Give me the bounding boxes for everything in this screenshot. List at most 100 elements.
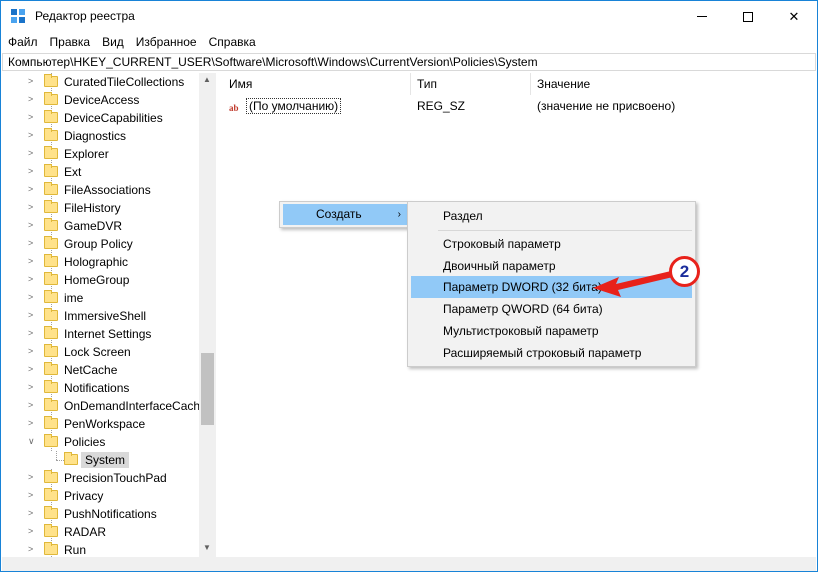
tree-item[interactable]: > Privacy (2, 487, 200, 505)
chevron-right-icon[interactable]: > (28, 310, 33, 320)
menu-help[interactable]: Справка (203, 32, 262, 52)
chevron-right-icon[interactable]: > (28, 508, 33, 518)
chevron-right-icon[interactable]: > (28, 184, 33, 194)
scrollbar-thumb[interactable] (201, 353, 214, 425)
chevron-right-icon[interactable]: > (28, 274, 33, 284)
folder-icon (44, 128, 58, 141)
folder-icon (44, 434, 58, 447)
chevron-down-icon[interactable]: ∨ (28, 436, 35, 447)
tree-item[interactable]: > CuratedTileCollections (2, 73, 200, 91)
chevron-right-icon[interactable]: > (28, 238, 33, 248)
registry-editor-icon (11, 9, 25, 23)
chevron-right-icon[interactable]: > (28, 94, 33, 104)
tree-item-label: PenWorkspace (64, 417, 146, 431)
folder-icon (44, 506, 58, 519)
chevron-right-icon[interactable]: > (28, 256, 33, 266)
menu-bar: Файл Правка Вид Избранное Справка (1, 32, 817, 52)
chevron-right-icon[interactable]: > (28, 418, 33, 428)
chevron-right-icon[interactable]: > (28, 526, 33, 536)
minimize-button[interactable] (679, 1, 725, 32)
tree-item[interactable]: System (2, 451, 200, 469)
chevron-right-icon[interactable]: > (28, 76, 33, 86)
scroll-down-icon[interactable]: ▼ (203, 543, 211, 552)
menu-edit[interactable]: Правка (44, 32, 97, 52)
minimize-icon (697, 16, 707, 17)
chevron-right-icon[interactable]: > (28, 202, 33, 212)
chevron-right-icon[interactable]: > (28, 472, 33, 482)
maximize-icon (743, 11, 753, 22)
chevron-right-icon[interactable]: > (28, 400, 33, 410)
menu-view[interactable]: Вид (96, 32, 130, 52)
tree-item[interactable]: > DeviceAccess (2, 91, 200, 109)
tree-item[interactable]: > FileHistory (2, 199, 200, 217)
submenu-item-string[interactable]: Строковый параметр (411, 233, 692, 255)
folder-icon (44, 164, 58, 177)
chevron-right-icon[interactable]: > (28, 166, 33, 176)
tree-item[interactable]: > ImmersiveShell (2, 307, 200, 325)
tree-item[interactable]: > Internet Settings (2, 325, 200, 343)
chevron-right-icon[interactable]: > (28, 148, 33, 158)
chevron-right-icon[interactable]: > (28, 220, 33, 230)
tree-item[interactable]: > Run (2, 541, 200, 557)
menu-item-create-label: Создать (316, 207, 362, 221)
submenu-item-expandable-string[interactable]: Расширяемый строковый параметр (411, 342, 692, 364)
tree-item-label: ImmersiveShell (64, 309, 147, 323)
tree-item-label: Privacy (64, 489, 104, 503)
chevron-right-icon[interactable]: > (28, 490, 33, 500)
tree-item[interactable]: > NetCache (2, 361, 200, 379)
address-bar[interactable]: Компьютер\HKEY_CURRENT_USER\Software\Mic… (2, 53, 816, 71)
chevron-right-icon[interactable]: > (28, 130, 33, 140)
chevron-right-icon[interactable]: > (28, 292, 33, 302)
column-value[interactable]: Значение (531, 73, 817, 95)
scroll-up-icon[interactable]: ▲ (203, 75, 211, 84)
chevron-right-icon[interactable]: > (28, 382, 33, 392)
folder-icon (44, 416, 58, 429)
tree-item[interactable]: > HomeGroup (2, 271, 200, 289)
pane-splitter[interactable] (216, 73, 223, 557)
column-type[interactable]: Тип (411, 73, 531, 95)
menu-file[interactable]: Файл (1, 32, 44, 52)
tree-item-label: System (81, 452, 130, 468)
tree-item-label: ime (64, 291, 84, 305)
tree-item[interactable]: > PenWorkspace (2, 415, 200, 433)
tree-item[interactable]: > RADAR (2, 523, 200, 541)
ab-string-icon: ab (229, 103, 239, 113)
tree-item-label: FileHistory (64, 201, 121, 215)
tree-item[interactable]: > GameDVR (2, 217, 200, 235)
tree-scrollbar[interactable]: ▲ ▼ (199, 73, 216, 557)
tree-item[interactable]: > OnDemandInterfaceCach (2, 397, 200, 415)
tree-item[interactable]: > Group Policy (2, 235, 200, 253)
menu-item-create[interactable]: Создать › (283, 204, 407, 225)
tree-item[interactable]: > PrecisionTouchPad (2, 469, 200, 487)
tree-item[interactable]: ∨ Policies (2, 433, 200, 451)
chevron-right-icon[interactable]: > (28, 544, 33, 554)
list-row[interactable]: ab (По умолчанию) REG_SZ (значение не пр… (223, 97, 817, 115)
tree-item[interactable]: > Lock Screen (2, 343, 200, 361)
folder-icon (44, 254, 58, 267)
tree-item[interactable]: > FileAssociations (2, 181, 200, 199)
close-button[interactable]: ✕ (771, 1, 817, 32)
folder-icon (44, 470, 58, 483)
tree-item[interactable]: > Holographic (2, 253, 200, 271)
tree-item[interactable]: > Notifications (2, 379, 200, 397)
tree-item[interactable]: > ime (2, 289, 200, 307)
chevron-right-icon[interactable]: > (28, 112, 33, 122)
submenu-item-key[interactable]: Раздел (411, 205, 692, 227)
tree-item[interactable]: > Ext (2, 163, 200, 181)
tree-item[interactable]: > Explorer (2, 145, 200, 163)
menu-favorites[interactable]: Избранное (130, 32, 203, 52)
chevron-right-icon[interactable]: > (28, 346, 33, 356)
submenu-item-multistring[interactable]: Мультистроковый параметр (411, 320, 692, 342)
title-bar[interactable]: Редактор реестра ✕ (1, 1, 817, 32)
maximize-button[interactable] (725, 1, 771, 32)
list-header: Имя Тип Значение (223, 73, 817, 95)
chevron-right-icon[interactable]: > (28, 364, 33, 374)
chevron-right-icon[interactable]: > (28, 328, 33, 338)
tree-item[interactable]: > PushNotifications (2, 505, 200, 523)
tree-item[interactable]: > DeviceCapabilities (2, 109, 200, 127)
tree-item-label: DeviceCapabilities (64, 111, 163, 125)
tree-item-label: Holographic (64, 255, 129, 269)
column-name[interactable]: Имя (223, 73, 411, 95)
context-menu: Создать › (279, 201, 410, 228)
tree-item[interactable]: > Diagnostics (2, 127, 200, 145)
